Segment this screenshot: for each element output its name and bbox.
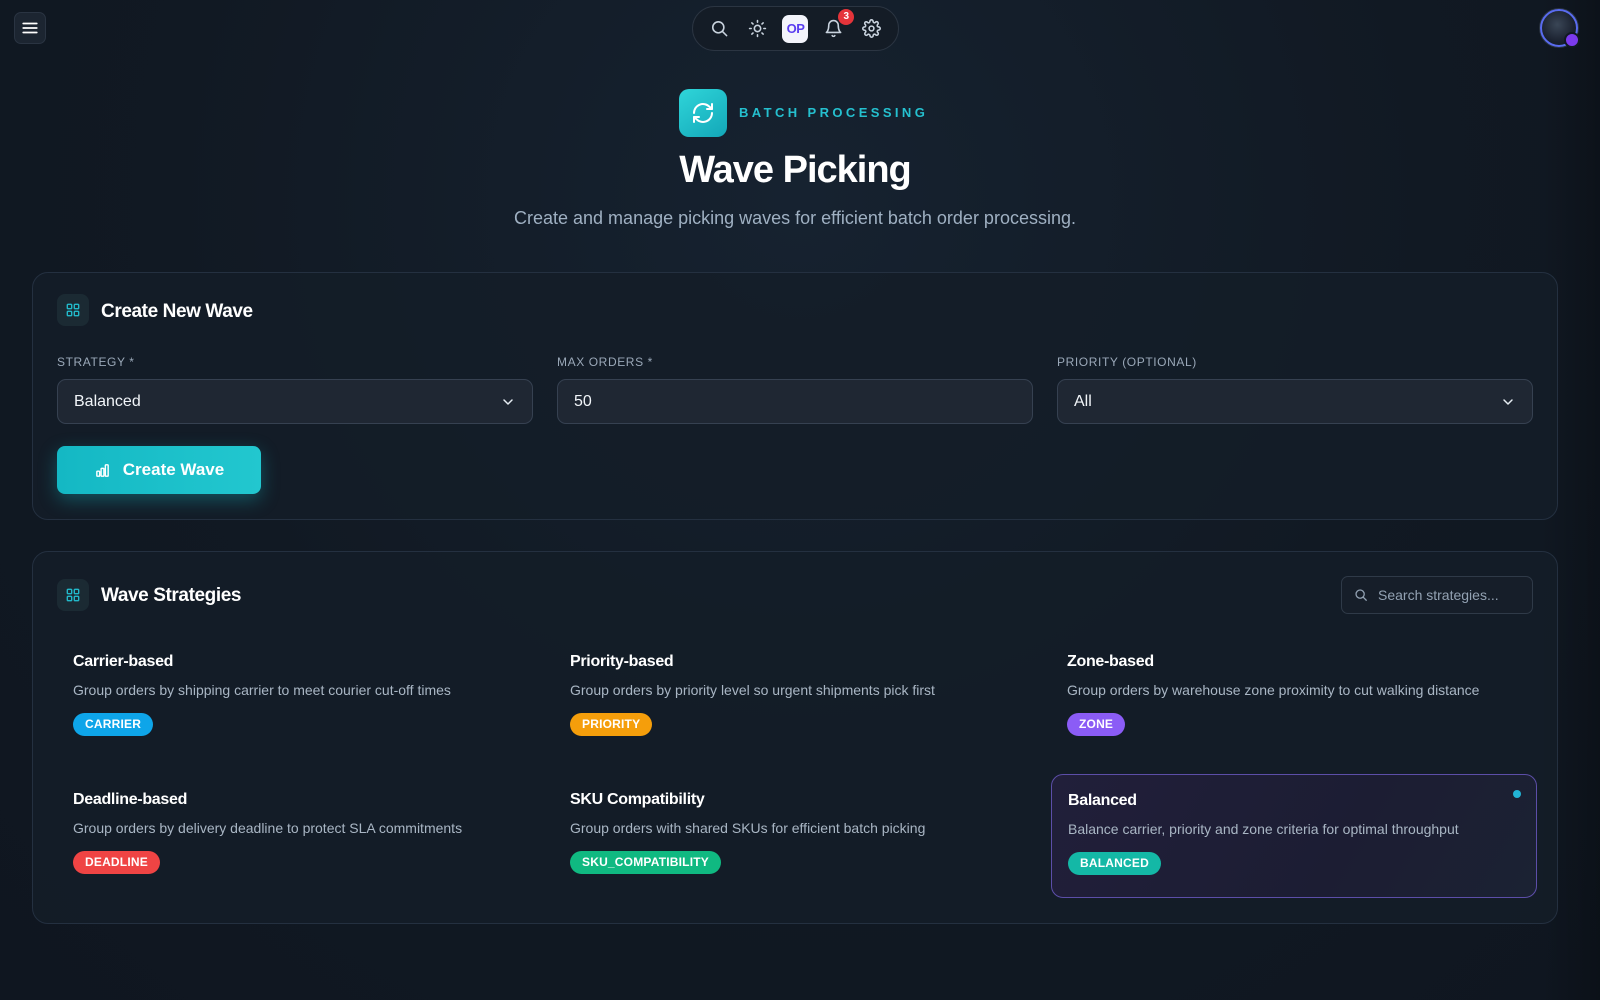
page-title: Wave Picking — [679, 149, 912, 191]
create-wave-card: Create New Wave STRATEGY * Balanced MAX … — [32, 272, 1558, 520]
max-orders-value: 50 — [574, 392, 592, 410]
settings-button[interactable] — [858, 16, 884, 42]
strategy-name: Deadline-based — [73, 791, 188, 808]
strategy-tag-badge: CARRIER — [73, 713, 154, 736]
grid-icon — [66, 588, 80, 602]
grid-icon-tile — [57, 579, 89, 611]
strategy-card[interactable]: Priority-based Group orders by priority l… — [554, 636, 1040, 760]
strategy-name: Carrier-based — [73, 653, 174, 670]
page-eyebrow: BATCH PROCESSING — [739, 105, 929, 120]
strategy-name: Balanced — [1068, 792, 1137, 809]
max-orders-input[interactable]: 50 — [557, 379, 1033, 424]
app-logo-button[interactable]: OP — [782, 14, 809, 43]
menu-button[interactable] — [14, 12, 46, 44]
strategy-card[interactable]: Carrier-based Group orders by shipping ca… — [57, 636, 543, 760]
strategy-tag-badge: SKU_COMPATIBILITY — [570, 851, 721, 874]
wave-strategies-title: Wave Strategies — [101, 585, 242, 606]
create-wave-title: Create New Wave — [101, 301, 253, 322]
strategy-name: Zone-based — [1067, 653, 1154, 670]
priority-select-value: All — [1074, 392, 1092, 410]
user-avatar[interactable] — [1540, 9, 1580, 48]
top-toolbar: OP 3 — [692, 6, 899, 51]
strategy-tag-badge: PRIORITY — [570, 713, 653, 736]
create-wave-button[interactable]: Create Wave — [57, 446, 261, 494]
menu-icon — [22, 22, 38, 34]
strategy-tag-badge: BALANCED — [1068, 852, 1161, 875]
sun-icon — [748, 19, 767, 38]
strategy-tag-badge: DEADLINE — [73, 851, 160, 874]
search-icon — [1355, 589, 1367, 601]
strategy-card[interactable]: Zone-based Group orders by warehouse zone… — [1051, 636, 1537, 760]
search-button[interactable] — [707, 16, 733, 42]
batch-refresh-icon-tile — [679, 89, 727, 137]
priority-select[interactable]: All — [1057, 379, 1533, 424]
strategy-description: Group orders by delivery deadline to pro… — [73, 820, 463, 836]
grid-icon-tile — [57, 294, 89, 326]
notifications-button[interactable]: 3 — [820, 8, 855, 42]
bar-chart-icon — [95, 463, 109, 477]
refresh-icon — [693, 103, 713, 123]
strategy-search-input[interactable] — [1378, 587, 1518, 603]
grid-icon — [66, 303, 80, 317]
notification-count-badge: 3 — [838, 8, 855, 25]
strategy-select[interactable]: Balanced — [57, 379, 533, 424]
theme-toggle-button[interactable] — [745, 16, 771, 42]
max-orders-label: MAX ORDERS * — [557, 355, 653, 369]
strategy-search[interactable] — [1341, 576, 1533, 614]
strategy-description: Group orders with shared SKUs for effici… — [570, 820, 926, 836]
app-logo: OP — [782, 14, 809, 43]
chevron-down-icon — [1503, 398, 1513, 405]
strategy-description: Group orders by shipping carrier to meet… — [73, 682, 451, 698]
search-icon — [712, 20, 728, 37]
strategy-description: Group orders by warehouse zone proximity… — [1067, 682, 1480, 698]
strategy-name: Priority-based — [570, 653, 674, 670]
strategy-select-value: Balanced — [74, 392, 141, 410]
priority-label: PRIORITY (OPTIONAL) — [1057, 355, 1197, 369]
page-subtitle: Create and manage picking waves for effi… — [514, 208, 1076, 228]
gear-icon — [861, 19, 881, 38]
strategy-description: Group orders by priority level so urgent… — [570, 682, 935, 698]
strategy-tag-badge: ZONE — [1067, 713, 1126, 736]
strategy-label: STRATEGY * — [57, 355, 135, 369]
create-wave-button-label: Create Wave — [122, 460, 225, 479]
strategy-card[interactable]: SKU Compatibility Group orders with share… — [554, 774, 1040, 898]
wave-strategies-card: Wave Strategies Carrier-based Group order… — [32, 551, 1558, 924]
strategy-card[interactable]: Deadline-based Group orders by delivery d… — [57, 774, 543, 898]
selected-indicator-dot — [1513, 790, 1521, 798]
strategy-card[interactable]: Balanced Balance carrier, priority and zo… — [1051, 774, 1537, 898]
strategy-name: SKU Compatibility — [570, 791, 705, 808]
chevron-down-icon — [503, 398, 513, 405]
strategy-description: Balance carrier, priority and zone crite… — [1068, 821, 1459, 837]
